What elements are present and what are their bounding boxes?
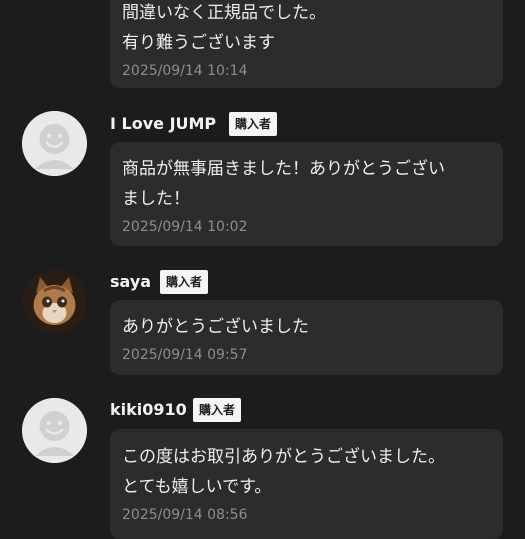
comment-feed: 間違いなく正規品でした。 有り難うございます 2025/09/14 10:14 … [0, 0, 525, 539]
comment-bubble: 間違いなく正規品でした。 有り難うございます 2025/09/14 10:14 [110, 0, 503, 88]
user-avatar[interactable] [22, 269, 87, 334]
kitten-photo [22, 269, 87, 334]
user-avatar[interactable] [22, 111, 87, 176]
comment-text: ありがとうございました [122, 317, 309, 337]
comment-text: この度はお取引ありがとうございました。 とても嬉しいです。 [122, 447, 445, 497]
buyer-badge: 購入者 [160, 270, 209, 294]
buyer-badge: 購入者 [229, 112, 278, 136]
comment-bubble: この度はお取引ありがとうございました。 とても嬉しいです。 2025/09/14… [110, 429, 503, 539]
comment-bubble: 商品が無事届きました！ありがとうござい ました！ 2025/09/14 10:0… [110, 142, 503, 246]
buyer-badge: 購入者 [193, 398, 242, 422]
username[interactable]: kiki0910 [110, 398, 187, 422]
comment-bubble: ありがとうございました 2025/09/14 09:57 [110, 300, 503, 375]
user-avatar[interactable] [22, 398, 87, 463]
default-avatar-icon [22, 398, 87, 463]
default-avatar-icon [22, 111, 87, 176]
comment-timestamp: 2025/09/14 10:14 [122, 63, 248, 79]
comment-timestamp: 2025/09/14 10:02 [122, 219, 248, 235]
username[interactable]: saya [110, 270, 151, 294]
comment-text: 間違いなく正規品でした。 有り難うございます [122, 3, 326, 53]
comment-text: 商品が無事届きました！ありがとうござい ました！ [122, 159, 445, 209]
comment-timestamp: 2025/09/14 08:56 [122, 507, 248, 523]
comment-timestamp: 2025/09/14 09:57 [122, 347, 248, 363]
username[interactable]: I Love JUMP [110, 112, 216, 136]
